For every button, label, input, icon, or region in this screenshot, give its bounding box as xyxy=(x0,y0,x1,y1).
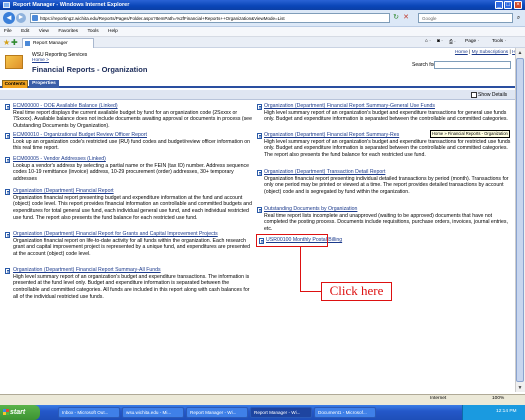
home-button[interactable]: ⌂ · xyxy=(425,39,431,44)
taskbar-item-report-manager[interactable]: Report Manager - Wi... xyxy=(186,407,248,418)
callout-line xyxy=(300,291,322,292)
report-description: High level summary report of an organiza… xyxy=(13,273,250,300)
browser-search-input[interactable]: Google xyxy=(418,13,513,23)
callout-line xyxy=(300,247,301,291)
report-icon xyxy=(257,207,262,213)
tab-contents[interactable]: Contents xyxy=(2,80,28,88)
menu-favorites[interactable]: Favorites xyxy=(54,27,82,37)
report-icon xyxy=(5,268,10,274)
report-description: Organization financial report on life-to… xyxy=(13,237,251,258)
report-description: Real time report displays the current av… xyxy=(13,109,252,130)
report-link[interactable]: ECM00005 - Vendor Addresses (Linked) xyxy=(13,156,255,163)
page-menu-button[interactable]: Page · xyxy=(465,39,479,44)
list-item: Outstanding Documents by Organization Re… xyxy=(264,206,511,233)
menu-file[interactable]: File xyxy=(0,27,16,37)
list-item: Organization (Department) Transaction De… xyxy=(264,169,511,196)
report-icon xyxy=(257,104,262,110)
url-input[interactable]: https://reporting2.wichita.edu/Reports/P… xyxy=(30,13,390,23)
report-description: Organization financial report presenting… xyxy=(264,175,509,196)
minimize-button[interactable]: _ xyxy=(495,1,503,9)
list-item: ECM00010 - Organizational Budget Review … xyxy=(13,132,255,152)
search-label: Search for: xyxy=(412,62,437,68)
list-item: ECM00000 - OOE Available Balance (Linked… xyxy=(13,103,255,130)
security-zone: Internet xyxy=(430,396,447,401)
zoom-level[interactable]: 100% xyxy=(492,396,504,401)
report-icon xyxy=(5,232,10,238)
report-icon xyxy=(257,133,262,139)
window-title-bar: Report Manager - Windows Internet Explor… xyxy=(0,0,525,10)
windows-flag-icon xyxy=(3,409,9,415)
page-title: Financial Reports - Organization xyxy=(32,65,148,74)
search-icon[interactable]: ⌕ xyxy=(514,13,523,23)
scrollbar-thumb[interactable] xyxy=(516,58,524,382)
menu-edit[interactable]: Edit xyxy=(17,27,33,37)
list-item: Organization (Department) Financial Repo… xyxy=(13,231,255,258)
report-link[interactable]: Organization (Department) Financial Repo… xyxy=(13,231,255,238)
menu-bar: File Edit View Favorites Tools Help xyxy=(0,27,525,37)
list-item: ECM00005 - Vendor Addresses (Linked) Loo… xyxy=(13,156,255,183)
tab-page-icon xyxy=(25,41,30,46)
report-link[interactable]: ECM00010 - Organizational Budget Review … xyxy=(13,132,255,139)
report-icon xyxy=(5,104,10,110)
tooltip: Home » Financial Reports - Organization xyxy=(430,130,510,138)
report-description: High level summary report of an organiza… xyxy=(264,109,508,123)
report-description: Lookup a vendor's address by selecting a… xyxy=(13,162,249,183)
report-icon xyxy=(257,170,262,176)
report-description: Organization financial report presenting… xyxy=(13,194,252,221)
report-description: High level summary report of an organiza… xyxy=(264,138,511,159)
report-link[interactable]: Organization (Department) Financial Repo… xyxy=(13,188,255,195)
contents-toolbar xyxy=(0,90,525,100)
print-button[interactable]: ⎙ · xyxy=(449,39,456,45)
refresh-icon[interactable]: ↻ xyxy=(392,14,400,22)
scroll-up-arrow-icon[interactable]: ▲ xyxy=(516,49,524,57)
menu-help[interactable]: Help xyxy=(104,27,122,37)
tools-menu-button[interactable]: Tools · xyxy=(492,39,506,44)
taskbar-item-wsu[interactable]: wsu.wichita.edu - Mi... xyxy=(122,407,184,418)
taskbar-item-report-manager-active[interactable]: Report Manager - Wi... xyxy=(250,407,312,418)
add-favorite-icon[interactable]: ✚ xyxy=(11,38,19,47)
menu-tools[interactable]: Tools xyxy=(83,27,102,37)
report-link[interactable]: Organization (Department) Financial Repo… xyxy=(264,103,511,110)
clock: 12:14 PM xyxy=(496,409,517,414)
report-tabs-strip xyxy=(0,80,525,88)
feeds-button[interactable]: ◙ · xyxy=(437,39,443,44)
tab-properties[interactable]: Properties xyxy=(29,80,59,88)
show-details-link[interactable]: Show Details xyxy=(478,91,507,99)
details-icon[interactable] xyxy=(471,92,477,98)
scroll-down-arrow-icon[interactable]: ▼ xyxy=(516,384,524,392)
maximize-button[interactable]: □ xyxy=(504,1,512,9)
report-manager-top-links: Home | My Subscriptions | Help xyxy=(360,50,522,55)
link-home[interactable]: Home xyxy=(455,50,468,55)
report-icon xyxy=(5,189,10,195)
report-link[interactable]: Organization (Department) Transaction De… xyxy=(264,169,511,176)
ie-icon xyxy=(3,2,10,8)
report-description: Look up an organization code's restricte… xyxy=(13,138,251,152)
report-link[interactable]: Outstanding Documents by Organization xyxy=(264,206,511,213)
highlight-box xyxy=(256,234,328,247)
link-my-subscriptions[interactable]: My Subscriptions xyxy=(472,50,509,55)
back-button[interactable]: ◄ xyxy=(3,12,15,24)
list-item: Organization (Department) Financial Repo… xyxy=(264,103,511,123)
taskbar-item-outlook[interactable]: Inbox - Microsoft Out... xyxy=(58,407,120,418)
tab-report-manager[interactable]: Report Manager xyxy=(22,38,94,48)
report-search-input[interactable] xyxy=(434,61,511,69)
report-icon xyxy=(5,133,10,139)
stop-icon[interactable]: ✕ xyxy=(402,14,410,22)
forward-button[interactable]: ► xyxy=(16,13,26,23)
report-icon xyxy=(5,157,10,163)
list-item: Organization (Department) Financial Repo… xyxy=(13,188,255,222)
close-button[interactable]: × xyxy=(514,1,522,9)
taskbar-item-word[interactable]: Document1 - Microsof... xyxy=(314,407,376,418)
report-link[interactable]: Organization (Department) Financial Repo… xyxy=(13,267,255,274)
page-icon xyxy=(32,15,38,21)
breadcrumb[interactable]: Home > xyxy=(32,58,49,63)
report-link[interactable]: ECM00000 - OOE Available Balance (Linked… xyxy=(13,103,255,110)
report-description: Real time report lists incomplete and un… xyxy=(264,212,508,233)
menu-view[interactable]: View xyxy=(35,27,53,37)
window-title: Report Manager - Windows Internet Explor… xyxy=(13,2,130,8)
list-item: Organization (Department) Financial Repo… xyxy=(13,267,255,301)
folder-logo-icon xyxy=(5,55,23,69)
click-here-callout: Click here xyxy=(321,282,392,301)
favorites-star-icon[interactable]: ★ xyxy=(3,38,11,47)
